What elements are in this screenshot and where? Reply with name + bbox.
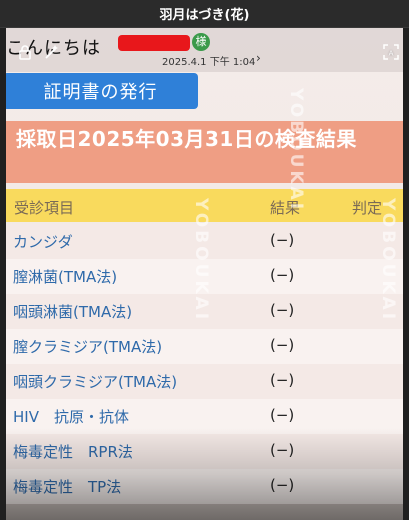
- table-row: 梅毒定性 RPR法 (−): [6, 434, 403, 469]
- table-row: 咽頭クラミジア(TMA法) (−): [6, 364, 403, 399]
- column-result: 結果: [270, 199, 301, 217]
- test-result: (−): [270, 406, 295, 424]
- test-result: (−): [270, 301, 295, 319]
- svg-text:A: A: [389, 50, 394, 58]
- table-row: カンジダ (−): [6, 224, 403, 259]
- text-recognition-icon[interactable]: A: [380, 44, 402, 66]
- test-item: カンジダ: [13, 233, 73, 251]
- test-result: (−): [270, 441, 295, 459]
- test-item: 梅毒定性 RPR法: [13, 443, 133, 461]
- results-table: カンジダ (−) 膣淋菌(TMA法) (−) 咽頭淋菌(TMA法) (−) 膣ク…: [6, 224, 403, 504]
- test-item: 梅毒定性 TP法: [13, 478, 122, 496]
- test-item: 咽頭クラミジア(TMA法): [13, 373, 178, 391]
- table-header: 受診項目 結果 判定: [6, 189, 403, 222]
- lock-rotate-icon[interactable]: [14, 44, 36, 66]
- table-row: 梅毒定性 TP法 (−): [6, 469, 403, 504]
- test-result: (−): [270, 476, 295, 494]
- column-item: 受診項目: [14, 199, 75, 217]
- table-row: 膣淋菌(TMA法) (−): [6, 259, 403, 294]
- column-judgment: 判定: [352, 199, 383, 217]
- magic-wand-icon[interactable]: [40, 44, 62, 66]
- user-avatar: 様: [192, 33, 210, 51]
- table-row: 咽頭淋菌(TMA法) (−): [6, 294, 403, 329]
- test-result: (−): [270, 371, 295, 389]
- window-title: 羽月はづき(花): [159, 8, 250, 23]
- test-item: HIV 抗原・抗体: [13, 408, 129, 426]
- chevron-right-icon[interactable]: ›: [256, 51, 261, 65]
- test-result: (−): [270, 231, 295, 249]
- test-item: 膣クラミジア(TMA法): [13, 338, 163, 356]
- test-result: (−): [270, 336, 295, 354]
- redacted-name: [118, 35, 190, 51]
- table-row: 膣クラミジア(TMA法) (−): [6, 329, 403, 364]
- window-titlebar: 羽月はづき(花): [0, 0, 409, 28]
- test-item: 咽頭淋菌(TMA法): [13, 303, 133, 321]
- issue-certificate-button[interactable]: 証明書の発行: [6, 73, 198, 109]
- test-result: (−): [270, 266, 295, 284]
- timestamp: 2025.4.1 下午 1:04: [162, 57, 256, 68]
- result-title: 採取日2025年03月31日の検査結果: [6, 121, 403, 183]
- app-screen: こんにちは 様 A 2025.4.1 下午 1:04 › 証明書の発行 採取日2…: [6, 28, 403, 520]
- test-item: 膣淋菌(TMA法): [13, 268, 118, 286]
- table-row: HIV 抗原・抗体 (−): [6, 399, 403, 434]
